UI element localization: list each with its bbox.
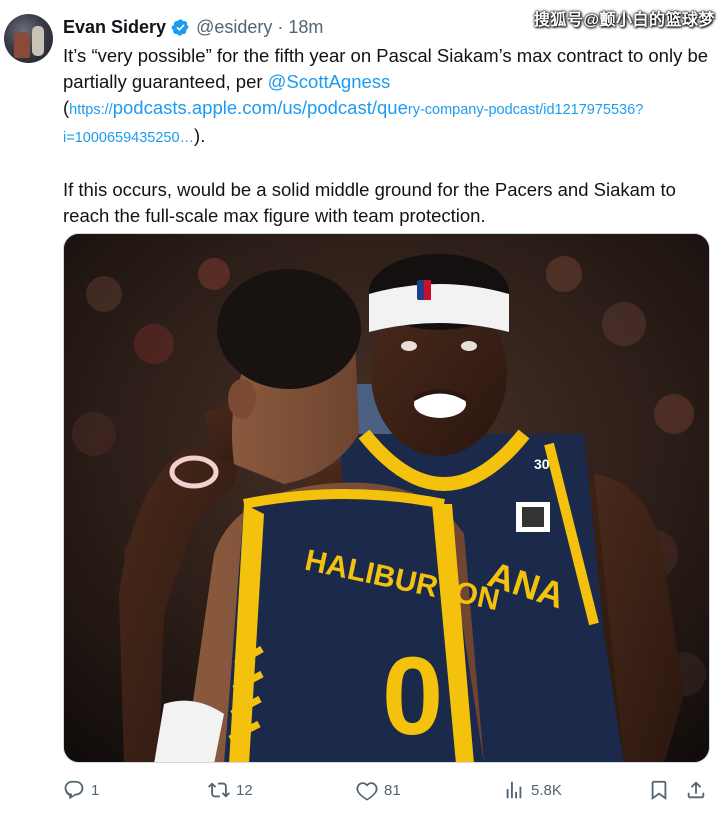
tweet-photo[interactable]: 30 ANA HALIBURTON 0 (63, 233, 710, 763)
author-name[interactable]: Evan Sidery (63, 17, 166, 38)
like-button[interactable]: 81 (356, 776, 401, 804)
reply-button[interactable]: 1 (63, 776, 99, 804)
repost-count: 12 (236, 781, 253, 799)
repost-icon (208, 782, 230, 798)
share-icon (687, 781, 705, 799)
tweet-paragraph-1: It’s “very possible” for the fifth year … (63, 43, 713, 151)
author-handle[interactable]: @esidery (196, 17, 272, 38)
like-count: 81 (384, 781, 401, 799)
bookmark-button[interactable] (648, 776, 670, 804)
view-count: 5.8K (531, 781, 562, 799)
reply-count: 1 (91, 781, 100, 799)
reply-icon (64, 780, 84, 800)
podcast-link[interactable]: https://podcasts.apple.com/us/podcast/qu… (63, 97, 643, 146)
separator-dot: · (277, 16, 284, 37)
verified-badge-icon (171, 18, 189, 36)
paren-close: ). (194, 125, 206, 146)
tweet-card: Evan Sidery @esidery · 18m 搜狐号@颤小白的篮球梦 I… (0, 0, 727, 814)
link-part-1: https:// (69, 102, 113, 118)
tweet-timestamp[interactable]: 18m (288, 17, 323, 38)
tweet-actions: 1 12 81 5.8K (63, 776, 713, 804)
tweet-header: Evan Sidery @esidery · 18m (63, 14, 323, 40)
author-avatar[interactable] (4, 14, 53, 63)
views-button[interactable]: 5.8K (503, 776, 562, 804)
heart-icon (356, 782, 378, 801)
jersey-back-number: 30 (534, 456, 550, 472)
tweet-text: It’s “very possible” for the fifth year … (63, 43, 713, 229)
bookmark-icon (651, 780, 667, 801)
jersey-front-number: 0 (382, 635, 443, 758)
share-button[interactable] (685, 776, 707, 804)
watermark: 搜狐号@颤小白的篮球梦 (533, 12, 715, 29)
link-part-2: podcasts.apple.com/us/podcast/que (112, 97, 408, 118)
repost-button[interactable]: 12 (208, 776, 253, 804)
tweet-paragraph-2: If this occurs, would be a solid middle … (63, 179, 676, 226)
analytics-icon (506, 781, 522, 799)
photo-illustration: 30 ANA HALIBURTON 0 (64, 234, 709, 762)
mention-link[interactable]: @ScottAgness (268, 71, 391, 92)
